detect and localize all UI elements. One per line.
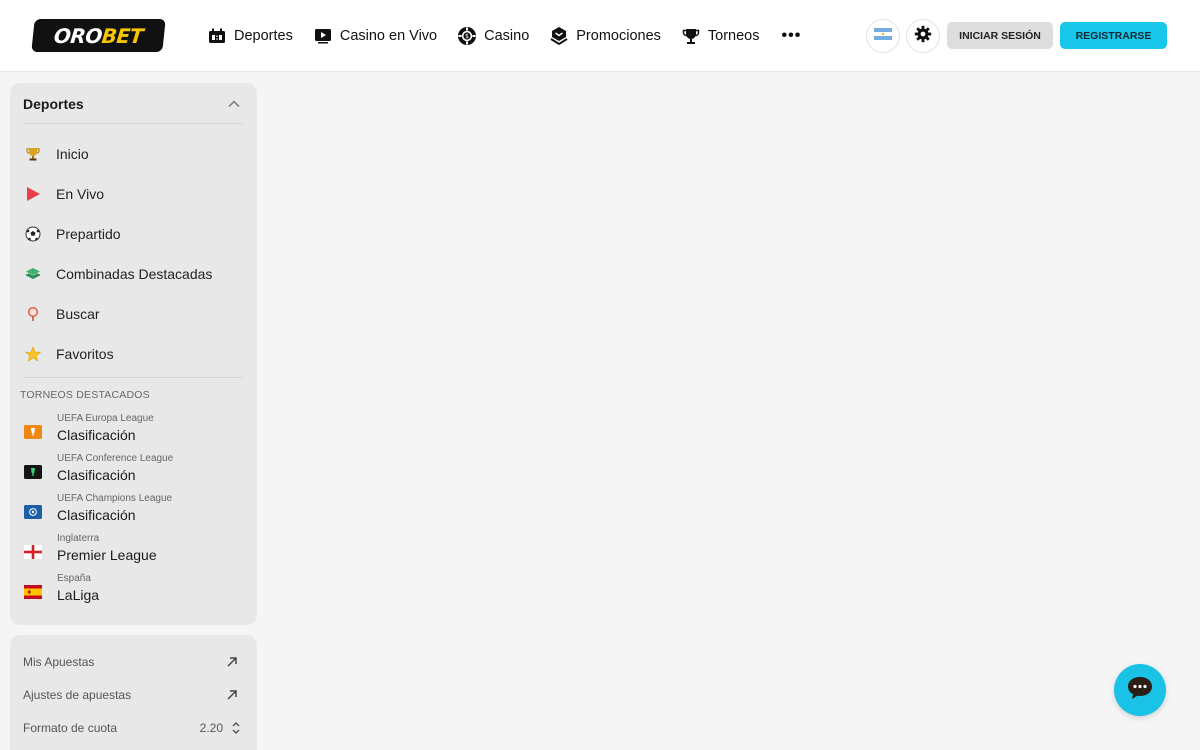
soccer-ball-icon (23, 224, 43, 244)
sidebar-item-en-vivo[interactable]: En Vivo (23, 179, 243, 209)
play-screen-icon (313, 26, 333, 46)
tournament-name: LaLiga (57, 587, 100, 603)
tournament-subtitle: UEFA Champions League (57, 493, 173, 504)
nav-casino[interactable]: $ Casino (457, 23, 529, 49)
tournament-subtitle: Inglaterra (57, 533, 100, 544)
scoreboard-icon (207, 26, 227, 46)
tournament-premier-league[interactable]: Inglaterra Premier League (23, 533, 243, 569)
tournament-name: Clasificación (57, 467, 136, 483)
gift-box-icon (549, 26, 569, 46)
bet-settings-panel: Mis Apuestas Ajustes de apuestas Formato… (10, 635, 257, 750)
tournament-champions-league[interactable]: UEFA Champions League Clasificación (23, 493, 243, 529)
search-icon (23, 304, 43, 324)
my-bets-label: Mis Apuestas (23, 655, 95, 669)
sidebar-item-label: En Vivo (56, 186, 104, 202)
england-flag-icon (23, 545, 43, 559)
tournament-laliga[interactable]: España LaLiga (23, 573, 243, 609)
settings-button[interactable] (906, 19, 940, 53)
logo-prefix: ORO (52, 23, 104, 48)
nav-label: Casino en Vivo (339, 28, 438, 44)
spain-flag-icon (23, 585, 43, 599)
europa-league-icon (23, 425, 43, 439)
nav-casino-en-vivo[interactable]: Casino en Vivo (313, 23, 437, 49)
sidebar-item-label: Combinadas Destacadas (56, 266, 213, 282)
nav-torneos[interactable]: Torneos (681, 23, 760, 49)
bet-settings-label: Ajustes de apuestas (23, 688, 132, 702)
sidebar-item-prepartido[interactable]: Prepartido (23, 219, 243, 249)
section-divider (23, 377, 243, 378)
register-button[interactable]: REGISTRARSE (1060, 22, 1167, 49)
champions-league-icon (23, 505, 43, 519)
language-selector-button[interactable] (866, 19, 900, 53)
sidebar-item-favoritos[interactable]: Favoritos (23, 339, 243, 369)
tournament-conference-league[interactable]: UEFA Conference League Clasificación (23, 453, 243, 489)
odds-format-selector[interactable]: Formato de cuota 2.20 (23, 717, 243, 739)
arrow-up-right-icon (225, 655, 239, 669)
nav-deportes[interactable]: Deportes (207, 23, 293, 49)
gear-icon (914, 25, 932, 48)
nav-promociones[interactable]: Promociones (549, 23, 661, 49)
my-bets-link[interactable]: Mis Apuestas (23, 651, 243, 673)
conference-league-icon (23, 465, 43, 479)
sports-panel-header[interactable]: Deportes (23, 95, 243, 124)
star-icon (23, 344, 43, 364)
chevron-updown-icon (231, 720, 241, 736)
argentina-flag-icon (874, 27, 892, 45)
bet-settings-link[interactable]: Ajustes de apuestas (23, 684, 243, 706)
tournament-subtitle: España (57, 573, 91, 584)
tournament-subtitle: UEFA Conference League (57, 453, 174, 464)
casino-chip-icon: $ (457, 26, 477, 46)
sidebar-item-label: Prepartido (56, 226, 121, 242)
top-header: OROBET Deportes Casino en Vivo $ Casino … (0, 0, 1200, 72)
layers-icon (23, 264, 43, 284)
arrow-up-right-icon (225, 688, 239, 702)
trophy-icon (23, 144, 43, 164)
tournament-name: Premier League (57, 547, 157, 563)
sidebar-item-label: Favoritos (56, 346, 114, 362)
chat-bubble-icon (1125, 674, 1155, 707)
nav-label: Promociones (576, 28, 661, 44)
sidebar-item-inicio[interactable]: Inicio (23, 139, 243, 169)
panel-title: Deportes (23, 96, 84, 112)
live-chat-button[interactable] (1114, 664, 1166, 716)
odds-format-label: Formato de cuota (23, 721, 118, 735)
sidebar-item-label: Buscar (56, 306, 100, 322)
sidebar-item-label: Inicio (56, 146, 89, 162)
featured-tournaments-label: TORNEOS DESTACADOS (20, 389, 150, 401)
trophy-icon (681, 26, 701, 46)
nav-label: Casino (484, 28, 530, 44)
chevron-up-icon (227, 97, 241, 111)
sidebar-item-combinadas[interactable]: Combinadas Destacadas (23, 259, 243, 289)
main-nav: Deportes Casino en Vivo $ Casino Promoci… (207, 23, 801, 49)
nav-label: Torneos (707, 28, 760, 44)
logo-suffix: BET (100, 23, 145, 48)
svg-text:$: $ (465, 33, 469, 40)
sports-sidebar-panel: Deportes Inicio En Vivo Prepartido Combi… (10, 83, 257, 625)
tournament-europa-league[interactable]: UEFA Europa League Clasificación (23, 413, 243, 449)
login-button[interactable]: INICIAR SESIÓN (947, 22, 1053, 49)
tournament-subtitle: UEFA Europa League (57, 413, 154, 424)
tournament-name: Clasificación (57, 427, 136, 443)
nav-label: Deportes (234, 28, 293, 44)
tournament-name: Clasificación (57, 507, 136, 523)
more-menu-button[interactable]: ••• (781, 27, 801, 45)
live-play-icon (23, 184, 43, 204)
orobet-logo[interactable]: OROBET (31, 19, 166, 52)
odds-format-value: 2.20 (199, 721, 223, 735)
sidebar-item-buscar[interactable]: Buscar (23, 299, 243, 329)
